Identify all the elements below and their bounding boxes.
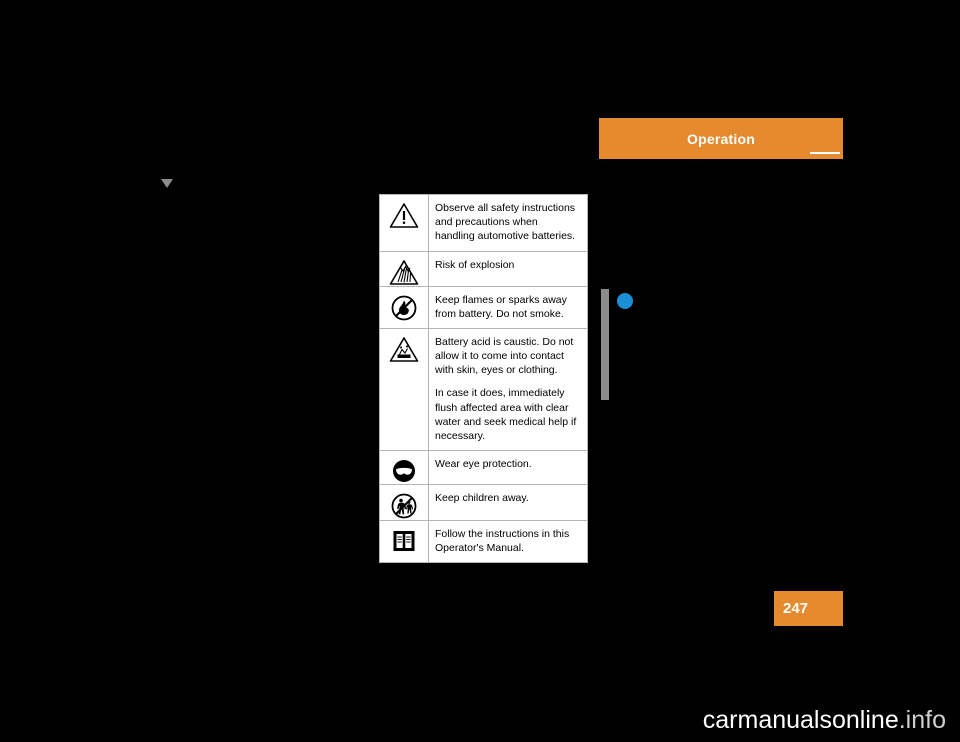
table-cell-text: Battery acid is caustic. Do not allow it… bbox=[429, 329, 587, 450]
corrosive-acid-icon bbox=[380, 328, 429, 451]
row-text-line: In case it does, immediately flush affec… bbox=[435, 387, 577, 442]
table-cell-text: Follow the instructions in this Operator… bbox=[429, 521, 587, 562]
table-cell-text: Keep children away. bbox=[429, 485, 587, 520]
section-header-label: Operation bbox=[687, 130, 755, 147]
row-text-line: Keep children away. bbox=[435, 492, 529, 505]
table-row: Follow the instructions in this Operator… bbox=[380, 521, 587, 563]
table-row: Keep flames or sparks away from battery.… bbox=[380, 286, 587, 329]
table-cell-text: Keep flames or sparks away from battery.… bbox=[429, 287, 587, 328]
watermark-part-2: online bbox=[832, 706, 899, 734]
watermark-part-1: carmanuals bbox=[702, 706, 832, 734]
page-side-bar bbox=[601, 289, 609, 400]
table-row: Observe all safety instructions and prec… bbox=[380, 195, 587, 252]
no-flames-no-smoking-icon bbox=[380, 286, 429, 328]
watermark-part-3: .info bbox=[898, 706, 946, 734]
table-row: Battery acid is caustic. Do not allow it… bbox=[380, 328, 587, 452]
row-text-line: Keep flames or sparks away from battery.… bbox=[435, 293, 567, 320]
blue-dot-marker-icon bbox=[617, 293, 633, 309]
keep-children-away-icon bbox=[380, 485, 429, 521]
section-header-tab: Operation bbox=[599, 118, 843, 159]
table-row: Risk of explosion bbox=[380, 251, 587, 287]
row-text-line: Follow the instructions in this Operator… bbox=[435, 528, 570, 555]
table-cell-text: Risk of explosion bbox=[429, 252, 587, 286]
table-cell-text: Observe all safety instructions and prec… bbox=[429, 195, 587, 251]
page-number-badge: 247 bbox=[774, 591, 843, 626]
table-row: Keep children away. bbox=[380, 485, 587, 522]
safety-instructions-table: Observe all safety instructions and prec… bbox=[379, 194, 588, 564]
eye-protection-icon bbox=[380, 451, 429, 485]
explosion-risk-icon bbox=[380, 251, 429, 286]
operators-manual-icon bbox=[380, 521, 429, 563]
footer-watermark: carmanualsonline.info bbox=[0, 706, 960, 735]
triangle-down-marker-icon bbox=[161, 179, 173, 188]
warning-triangle-icon bbox=[380, 195, 429, 251]
row-text-line: Risk of explosion bbox=[435, 258, 515, 271]
row-text-line: Observe all safety instructions and prec… bbox=[435, 202, 576, 243]
page-number-label: 247 bbox=[783, 600, 809, 617]
section-header-underline bbox=[810, 152, 840, 154]
table-cell-text: Wear eye protection. bbox=[429, 451, 587, 484]
row-text-line: Wear eye protection. bbox=[435, 458, 532, 471]
table-row: Wear eye protection. bbox=[380, 451, 587, 486]
row-text-line: Battery acid is caustic. Do not allow it… bbox=[435, 335, 574, 377]
